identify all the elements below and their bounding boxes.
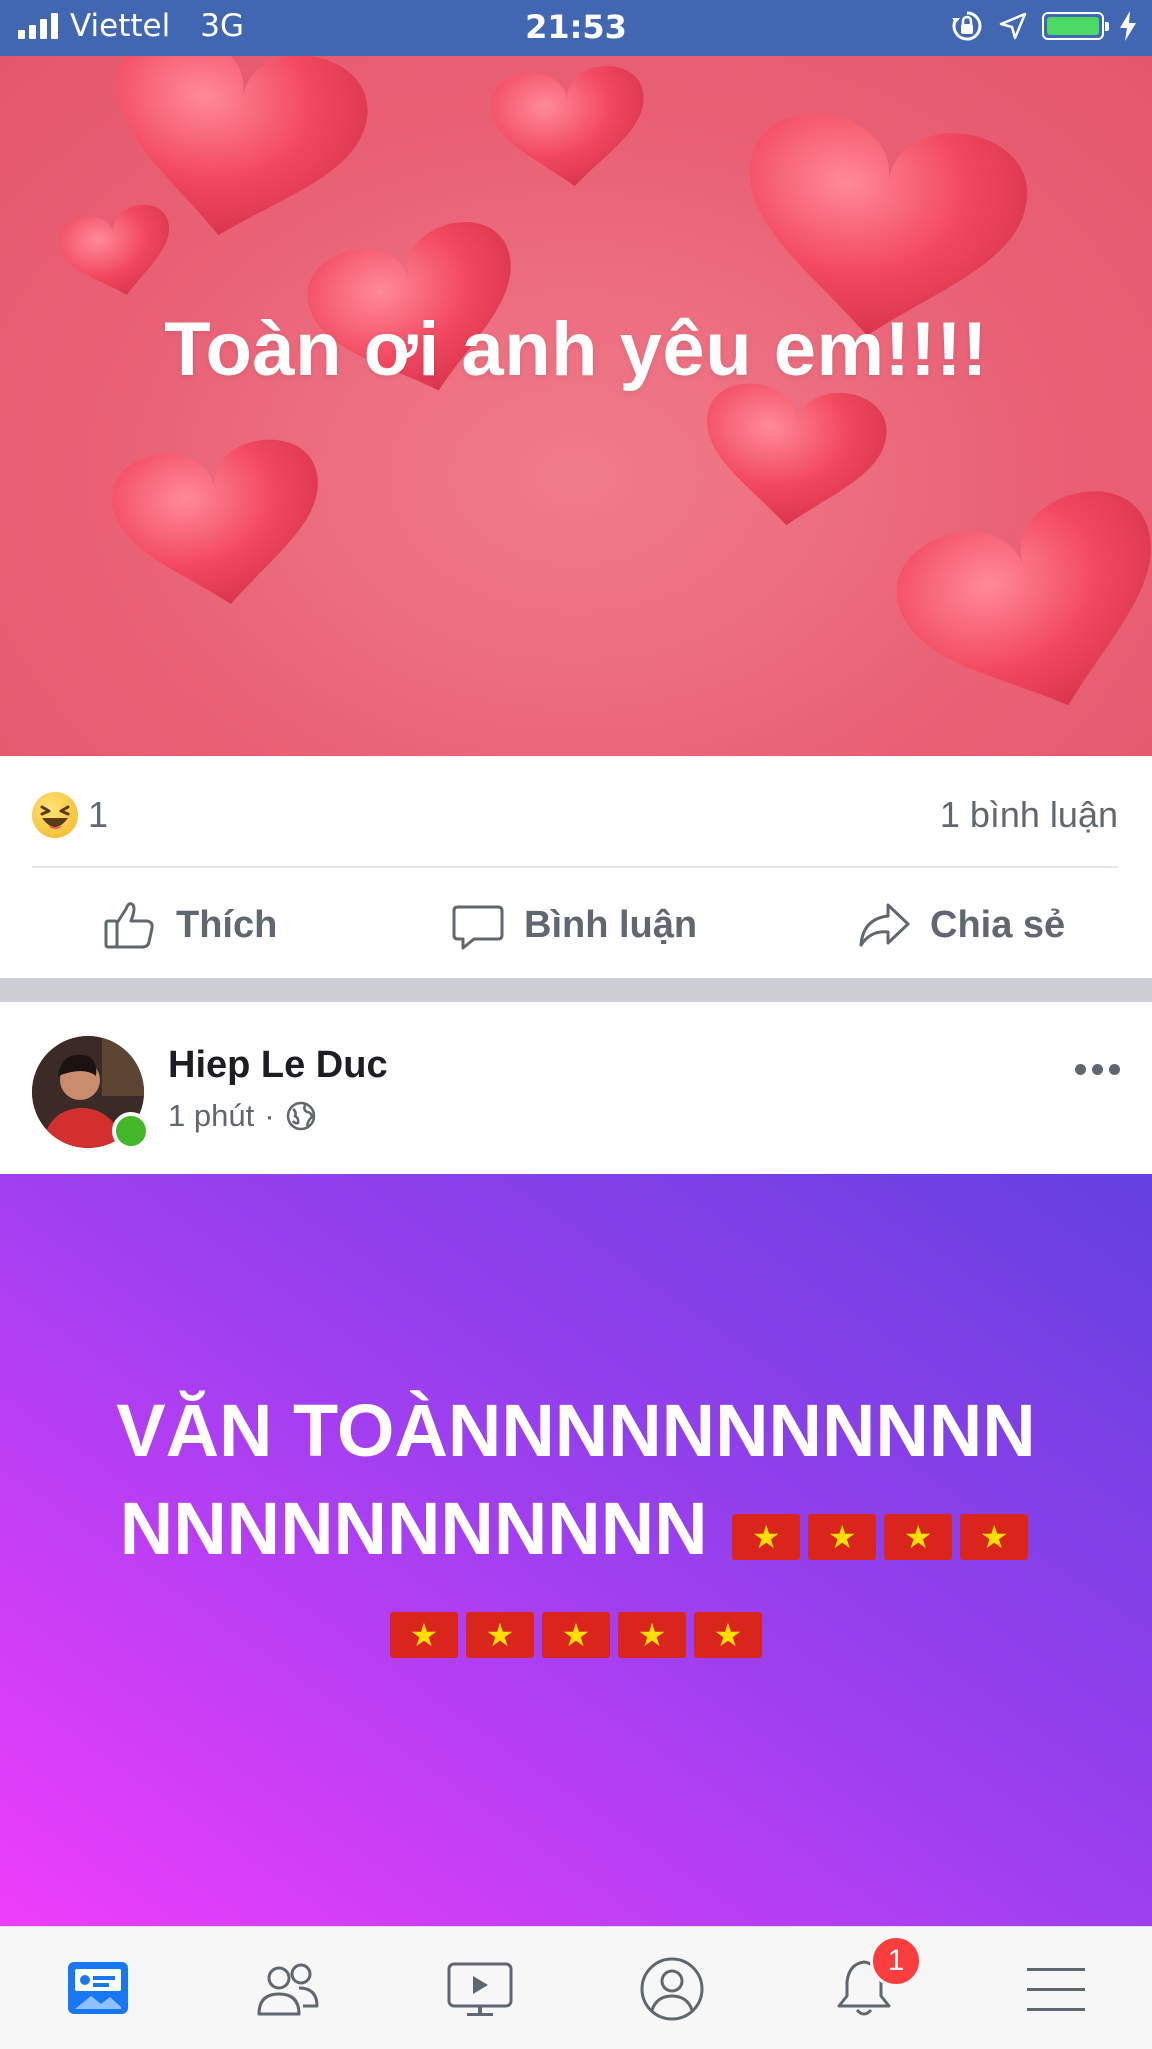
- post1-text: Toàn ơi anh yêu em!!!!: [164, 307, 988, 392]
- tab-menu[interactable]: [1016, 1949, 1096, 2029]
- thumbs-up-icon: [104, 902, 154, 949]
- reactions-summary[interactable]: 1 1 bình luận: [32, 786, 1118, 842]
- post1-background-image[interactable]: Toàn ơi anh yêu em!!!!: [0, 56, 1152, 756]
- comment-label: Bình luận: [524, 903, 698, 946]
- battery-fill: [1047, 17, 1099, 35]
- network-type: 3G: [200, 8, 244, 44]
- share-label: Chia sẻ: [930, 903, 1066, 946]
- vietnam-flag-icon: [390, 1612, 458, 1658]
- like-label: Thích: [176, 903, 278, 946]
- carrier-name: Viettel: [70, 8, 171, 44]
- news-feed-icon: [68, 1962, 128, 2014]
- signal-icon: [18, 13, 58, 39]
- orientation-lock-icon: [952, 11, 982, 41]
- post-timestamp[interactable]: 1 phút: [168, 1098, 254, 1134]
- share-button[interactable]: Chia sẻ: [856, 880, 1065, 970]
- menu-icon: [1027, 1968, 1085, 2011]
- tab-watch[interactable]: [440, 1949, 520, 2029]
- vietnam-flag-icon: [618, 1612, 686, 1658]
- comment-button[interactable]: Bình luận: [450, 880, 697, 970]
- battery-icon: [1042, 12, 1109, 40]
- status-bar-left: Viettel 3G: [18, 8, 244, 44]
- vietnam-flag-icon: [542, 1612, 610, 1658]
- tab-profile[interactable]: [632, 1949, 712, 2029]
- vietnam-flag-icon: [884, 1514, 953, 1560]
- notification-badge: 1: [870, 1935, 922, 1987]
- post-action-bar: Thích Bình luận Chia sẻ: [0, 880, 1152, 970]
- post2-header: Hiep Le Duc 1 phút ·: [0, 1002, 1152, 1174]
- divider: [32, 866, 1118, 868]
- status-bar: Viettel 3G 21:53: [0, 0, 1152, 56]
- hearts-background: [58, 56, 1151, 706]
- watch-icon: [447, 1962, 513, 2016]
- tab-friends[interactable]: [248, 1949, 328, 2029]
- meta-separator: ·: [264, 1098, 275, 1133]
- post2-background-text[interactable]: VĂN TOÀNNNNNNNNNNNNNNNNNNNNNN: [0, 1174, 1152, 1926]
- bottom-tab-bar: 1: [0, 1926, 1152, 2049]
- share-icon: [859, 903, 910, 947]
- comment-count-link[interactable]: 1 bình luận: [940, 794, 1118, 836]
- friends-icon: [257, 1963, 319, 2016]
- vietnam-flag-icon: [466, 1612, 534, 1658]
- status-bar-right: [950, 9, 1138, 43]
- vietnam-flag-icon: [960, 1514, 1029, 1560]
- reaction-count[interactable]: 1: [88, 794, 108, 836]
- vietnam-flag-icon: [732, 1514, 801, 1560]
- tab-notifications[interactable]: 1: [824, 1935, 922, 2029]
- post-author-name[interactable]: Hiep Le Duc: [168, 1044, 388, 1087]
- vietnam-flag-icon: [694, 1612, 762, 1658]
- feed-separator: [0, 978, 1152, 1002]
- post-meta: 1 phút ·: [168, 1098, 317, 1134]
- online-status-dot: [112, 1112, 150, 1150]
- globe-icon: [286, 1101, 315, 1131]
- tab-news-feed[interactable]: [58, 1949, 138, 2029]
- haha-reaction-icon: [32, 792, 78, 838]
- post-more-options-button[interactable]: [1075, 1064, 1120, 1075]
- vietnam-flag-icon: [808, 1514, 877, 1560]
- like-button[interactable]: Thích: [102, 880, 277, 970]
- post2-text-container: VĂN TOÀNNNNNNNNNNNNNNNNNNNNNN: [90, 1382, 1062, 1676]
- profile-icon: [640, 1957, 704, 2021]
- comment-icon: [452, 905, 504, 950]
- location-icon: [999, 12, 1027, 40]
- charging-icon: [1120, 11, 1136, 41]
